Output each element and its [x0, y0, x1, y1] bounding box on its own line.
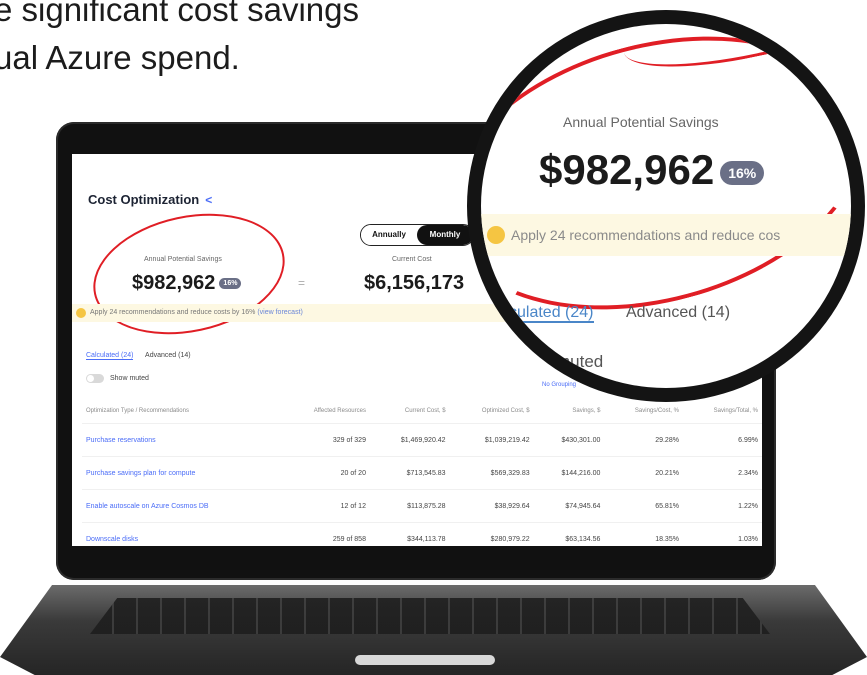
col-optimized-cost[interactable]: Optimized Cost, $	[450, 399, 534, 424]
cell: 12 of 12	[279, 489, 370, 523]
magnifier-callout: Annual Potential Savings $982,962 16% App…	[467, 10, 865, 402]
row-name[interactable]: Purchase reservations	[82, 423, 280, 457]
current-cost-label: Current Cost	[392, 256, 432, 263]
row-name[interactable]: Purchase savings plan for compute	[82, 456, 280, 490]
table-header-row: Optimization Type / Recommendations Affe…	[82, 399, 762, 424]
cell: $38,929.64	[449, 489, 534, 523]
cell: $713,545.83	[369, 456, 450, 490]
recommendations-table: Optimization Type / Recommendations Affe…	[82, 399, 762, 555]
screen-bezel-bottom	[72, 546, 762, 564]
page-title: Cost Optimization <	[88, 192, 213, 207]
warning-icon	[487, 226, 505, 244]
equals-sign: =	[298, 276, 306, 290]
cell: $569,329.83	[449, 456, 534, 490]
cell: 1.22%	[682, 489, 762, 523]
laptop-notch	[355, 655, 495, 665]
tab-calculated[interactable]: Calculated (24)	[86, 352, 134, 360]
cell: 6.99%	[682, 423, 762, 457]
col-type[interactable]: Optimization Type / Recommendations	[82, 399, 279, 424]
cell: $74,945.64	[533, 489, 605, 523]
col-savings[interactable]: Savings, $	[534, 399, 605, 424]
tabs: Calculated (24) Advanced (14)	[86, 352, 201, 360]
toggle-monthly[interactable]: Monthly	[417, 225, 473, 245]
headline-line-2: ual Azure spend.	[0, 39, 240, 76]
table-row[interactable]: Purchase savings plan for compute 20 of …	[82, 456, 762, 490]
cell: 29.28%	[604, 423, 683, 457]
magnifier-savings-label: Annual Potential Savings	[563, 114, 719, 130]
cell: $430,301.00	[533, 423, 605, 457]
table-row[interactable]: Enable autoscale on Azure Cosmos DB 12 o…	[82, 489, 762, 523]
highlight-ellipse	[82, 197, 296, 351]
magnifier-savings-value: $982,962 16%	[539, 146, 765, 194]
view-forecast-link[interactable]: (view forecast)	[257, 309, 303, 316]
toggle-annually[interactable]: Annually	[361, 225, 417, 245]
cell: $1,039,219.42	[449, 423, 534, 457]
grouping-select[interactable]: No Grouping	[542, 382, 576, 388]
cell: $1,469,920.42	[369, 423, 450, 457]
cell: $144,216.00	[533, 456, 605, 490]
cell: 20 of 20	[279, 456, 370, 490]
show-muted-switch[interactable]	[86, 374, 104, 383]
col-current-cost[interactable]: Current Cost, $	[370, 399, 450, 424]
cell: 329 of 329	[279, 423, 370, 457]
magnifier-tabs: culated (24) Advanced (14)	[509, 304, 731, 323]
laptop-keyboard	[90, 598, 770, 634]
headline-line-1: e significant cost savings	[0, 0, 360, 28]
row-name[interactable]: Enable autoscale on Azure Cosmos DB	[82, 489, 280, 523]
warning-icon	[76, 308, 86, 318]
magnifier-tab-advanced: Advanced (14)	[625, 304, 731, 321]
col-affected[interactable]: Affected Resources	[279, 399, 370, 424]
current-cost-value: $6,156,173	[364, 272, 465, 294]
marketing-headline: e significant cost savings ual Azure spe…	[0, 0, 359, 82]
magnifier-tab-calculated: culated (24)	[509, 304, 594, 323]
cell: 2.34%	[682, 456, 762, 490]
show-muted-row: Show muted	[86, 374, 149, 383]
table-row[interactable]: Purchase reservations 329 of 329 $1,469,…	[82, 423, 762, 457]
cell: 20.21%	[604, 456, 683, 490]
magnifier-banner: Apply 24 recommendations and reduce cos	[481, 214, 851, 256]
period-toggle[interactable]: Annually Monthly	[360, 224, 474, 246]
magnifier-muted-text: w muted	[539, 352, 604, 371]
cell: 65.81%	[604, 489, 683, 523]
cell: $113,875.28	[369, 489, 450, 523]
magnifier-percent-badge: 16%	[720, 160, 765, 185]
tab-advanced[interactable]: Advanced (14)	[145, 352, 191, 359]
col-savings-total[interactable]: Savings/Total, %	[683, 399, 762, 424]
share-icon[interactable]: <	[205, 193, 212, 207]
col-savings-cost[interactable]: Savings/Cost, %	[604, 399, 683, 424]
